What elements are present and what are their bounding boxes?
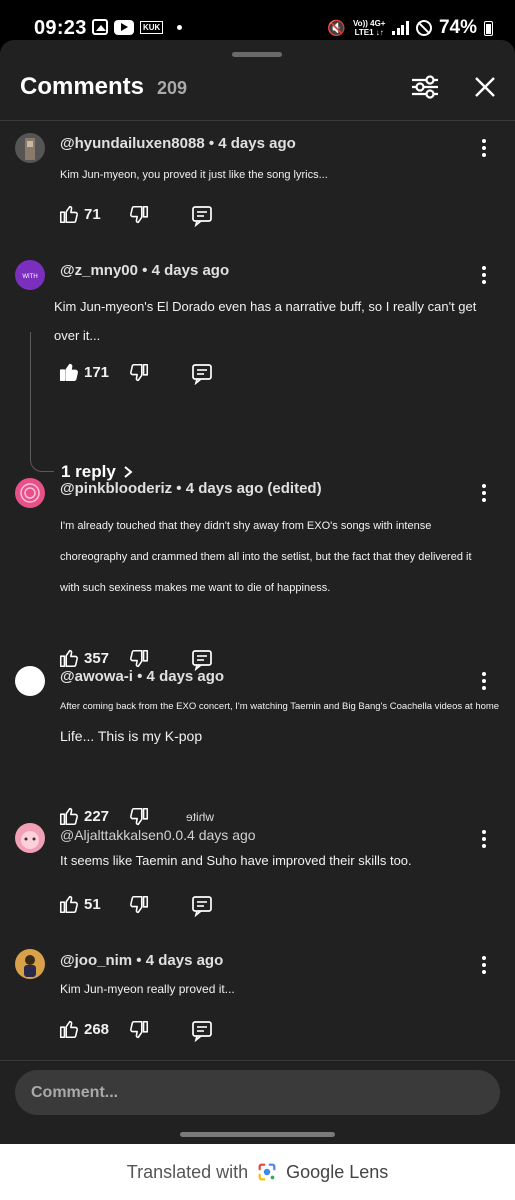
reply-button[interactable] [190,893,214,917]
comment-text: Kim Jun-myeon really proved it... [60,982,235,996]
gallery-icon [92,19,108,35]
svg-text:WITH: WITH [22,274,37,280]
comment-item: @awowa-i • 4 days ago After coming back … [0,664,515,826]
comment-meta[interactable]: @awowa-i • 4 days ago [60,668,224,685]
comment-item: @hyundailuxen8088 • 4 days ago Kim Jun-m… [0,130,515,240]
more-vert-icon [482,956,486,974]
more-options-button[interactable] [472,481,496,505]
reply-button[interactable] [190,361,214,385]
comment-item: @joo_nim • 4 days ago Kim Jun-myeon real… [0,948,515,1058]
comment-text: I'm already touched that they didn't shy… [60,520,472,594]
comment-text-line2: Life... This is my K-pop [60,728,203,744]
avatar[interactable] [15,666,45,696]
lens-brand: Google Lens [286,1161,389,1182]
more-vert-icon [482,484,486,502]
avatar[interactable]: WITH [15,260,45,290]
dislike-button[interactable] [128,894,150,916]
comment-meta[interactable]: @z_mny00 • 4 days ago [60,262,229,279]
home-indicator[interactable] [180,1132,335,1137]
do-not-disturb-icon [415,20,432,36]
signal-icon [392,21,409,35]
comments-sheet: Comments 209 @hyundailuxen8088 • 4 days … [0,40,515,1144]
more-vert-icon [482,672,486,690]
reply-button[interactable] [190,1018,214,1042]
input-divider [0,1060,515,1061]
google-lens-bar[interactable]: Translated with Google Lens [0,1144,515,1200]
avatar[interactable] [15,823,45,853]
notification-icons: KUK [92,19,183,35]
lens-prefix: Translated with [126,1161,249,1182]
more-options-button[interactable] [472,953,496,977]
like-count: 71 [84,206,101,223]
header-divider [0,120,515,121]
comment-item: @pinkblooderiz • 4 days ago (edited) I'm… [0,476,515,671]
dislike-button[interactable] [128,204,150,226]
like-count: 268 [84,1021,110,1038]
comment-item: @Aljalttakkalsen0.0.4 days ago It seems … [0,822,515,932]
network-indicator: Vo)) 4G+ LTE1 ↓↑ [352,19,386,37]
comment-meta[interactable]: @joo_nim • 4 days ago [60,952,223,969]
more-options-button[interactable] [472,263,496,287]
battery-percent: 74% [438,17,477,38]
more-vert-icon [482,830,486,848]
sliders-icon [412,75,438,99]
comments-title: Comments [20,73,145,100]
more-vert-icon [482,139,486,157]
reply-thread-line [30,332,54,472]
like-button[interactable] [58,203,80,225]
status-time: 09:23 [34,17,87,39]
comment-text: Kim Jun-myeon, you proved it just like t… [60,169,328,181]
like-button[interactable] [58,1018,80,1040]
more-notifications-dot-icon [177,24,183,30]
comment-item: WITH @z_mny00 • 4 days ago Kim Jun-myeon… [0,258,515,458]
comment-input[interactable]: Comment... [15,1070,500,1115]
comment-meta[interactable]: @Aljalttakkalsen0.0.4 days ago [60,827,256,843]
reply-button[interactable] [190,203,214,227]
kuk-icon: KUK [140,20,164,34]
more-options-button[interactable] [472,827,496,851]
like-button-active[interactable] [58,361,80,383]
like-button[interactable] [58,893,80,915]
comment-meta[interactable]: @pinkblooderiz • 4 days ago (edited) [60,480,322,497]
comments-count: 209 [157,78,188,98]
dislike-button[interactable] [128,1019,150,1041]
more-options-button[interactable] [472,669,496,693]
avatar[interactable] [15,133,45,163]
close-button[interactable] [468,70,502,104]
comment-meta[interactable]: @hyundailuxen8088 • 4 days ago [60,135,296,152]
comment-text: It seems like Taemin and Suho have impro… [60,853,412,868]
youtube-icon [114,19,134,35]
more-options-button[interactable] [472,136,496,160]
battery-icon [484,20,493,36]
google-lens-icon [258,1163,276,1181]
mute-icon: 🔇 [327,20,346,37]
comment-text: After coming back from the EXO concert, … [60,701,500,712]
like-count: 51 [84,896,101,913]
more-vert-icon [482,266,486,284]
system-icons: 🔇 Vo)) 4G+ LTE1 ↓↑ 74% [327,17,493,39]
close-icon [475,77,495,97]
avatar[interactable] [15,478,45,508]
comment-text: Kim Jun-myeon's El Dorado even has a nar… [54,299,477,343]
dislike-button[interactable] [128,362,150,384]
avatar[interactable] [15,949,45,979]
filter-button[interactable] [408,70,442,104]
drag-handle[interactable] [232,52,282,57]
like-count: 171 [84,364,110,381]
